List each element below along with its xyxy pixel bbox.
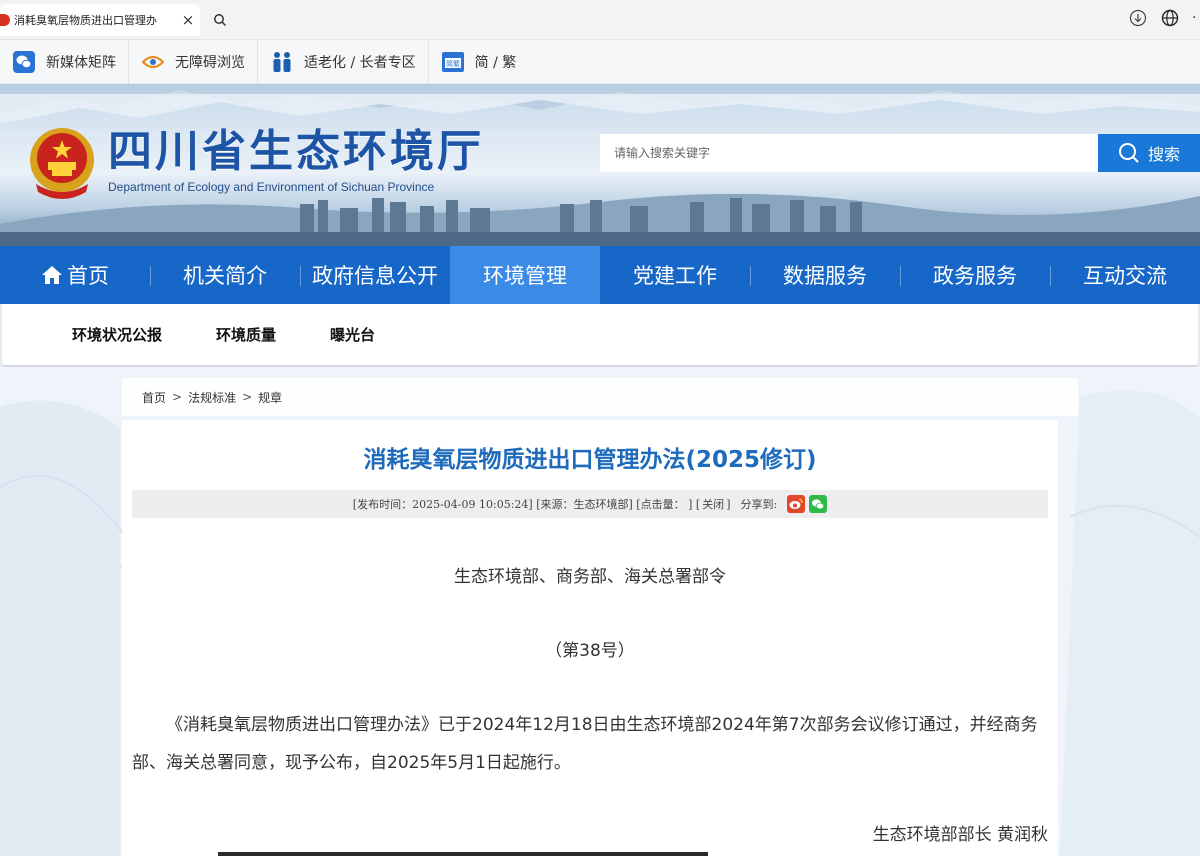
sub-nav: 环境状况公报 环境质量 曝光台 bbox=[2, 304, 1198, 366]
elderly-mode-link[interactable]: 适老化 / 长者专区 bbox=[258, 39, 429, 84]
close-page-link[interactable]: 关闭 bbox=[702, 496, 724, 512]
tab-title: 消耗臭氧层物质进出口管理办 bbox=[14, 14, 157, 27]
breadcrumb: 首页 > 法规标准 > 规章 bbox=[122, 378, 1078, 416]
site-banner: 四川省生态环境厅 Department of Ecology and Envir… bbox=[0, 84, 1200, 246]
site-subtitle: Department of Ecology and Environment of… bbox=[108, 180, 435, 194]
breadcrumb-rules[interactable]: 规章 bbox=[258, 389, 282, 406]
magnifier-icon bbox=[214, 14, 227, 27]
nav-interaction[interactable]: 互动交流 bbox=[1050, 246, 1200, 304]
wechat-icon bbox=[12, 50, 36, 74]
subnav-env-quality[interactable]: 环境质量 bbox=[216, 324, 276, 345]
document-issuer: 生态环境部、商务部、海关总署部令 bbox=[454, 567, 726, 587]
close-bracket-end: ] bbox=[726, 497, 731, 511]
search-button-label: 搜索 bbox=[1147, 145, 1180, 164]
breadcrumb-separator: > bbox=[172, 390, 183, 404]
bottom-scrollbar[interactable] bbox=[218, 852, 708, 856]
home-icon bbox=[41, 265, 63, 285]
browser-tab-bar: 消耗臭氧层物质进出口管理办 × · bbox=[0, 0, 1200, 40]
nav-home-label: 首页 bbox=[67, 264, 109, 288]
new-media-link[interactable]: 新媒体矩阵 bbox=[0, 39, 129, 84]
elderly-mode-label: 适老化 / 长者专区 bbox=[304, 54, 416, 71]
nav-gov-services[interactable]: 政务服务 bbox=[900, 246, 1050, 304]
search-tabs-button[interactable] bbox=[206, 6, 234, 34]
accessibility-label: 无障碍浏览 bbox=[175, 54, 245, 71]
article: 消耗臭氧层物质进出口管理办法(2025修订) [发布时间：2025-04-09 … bbox=[122, 420, 1058, 856]
national-emblem-icon bbox=[30, 128, 94, 199]
simplified-traditional-link[interactable]: 简繁 简 / 繁 bbox=[429, 40, 529, 84]
breadcrumb-home[interactable]: 首页 bbox=[142, 389, 166, 406]
nav-about[interactable]: 机关简介 bbox=[150, 246, 300, 304]
language-switch-icon: 简繁 bbox=[441, 50, 465, 74]
document-number: （第38号） bbox=[545, 641, 635, 661]
favicon-icon bbox=[0, 14, 10, 26]
search-input[interactable] bbox=[600, 134, 1098, 172]
svg-text:简繁: 简繁 bbox=[446, 59, 460, 68]
main-nav: 首页 机关简介 政府信息公开 环境管理 党建工作 数据服务 政务服务 互动交流 bbox=[0, 246, 1200, 304]
nav-party-building[interactable]: 党建工作 bbox=[600, 246, 750, 304]
nav-data-services[interactable]: 数据服务 bbox=[750, 246, 900, 304]
utility-bar: 新媒体矩阵 无障碍浏览 适老化 / 长者专区 简繁 简 / 繁 bbox=[0, 39, 1200, 84]
subnav-env-bulletin[interactable]: 环境状况公报 bbox=[72, 324, 162, 345]
weibo-share-icon[interactable] bbox=[787, 495, 806, 513]
site-title: 四川省生态环境厅 bbox=[108, 126, 484, 177]
browser-tab[interactable]: 消耗臭氧层物质进出口管理办 × bbox=[0, 4, 200, 36]
more-menu-icon[interactable]: · bbox=[1192, 10, 1200, 26]
wechat-share-icon[interactable] bbox=[809, 495, 828, 513]
article-source: [来源：生态环境部] bbox=[536, 498, 633, 511]
nav-env-management[interactable]: 环境管理 bbox=[450, 246, 600, 304]
accessibility-link[interactable]: 无障碍浏览 bbox=[129, 39, 258, 84]
close-bracket-open: [ bbox=[695, 497, 701, 511]
nav-home[interactable]: 首页 bbox=[0, 246, 150, 304]
share-label: 分享到: bbox=[740, 498, 778, 511]
nav-gov-info[interactable]: 政府信息公开 bbox=[300, 246, 450, 304]
breadcrumb-separator: > bbox=[242, 390, 253, 404]
globe-icon[interactable] bbox=[1160, 8, 1180, 28]
search-button[interactable]: 搜索 bbox=[1098, 134, 1200, 172]
subnav-exposure[interactable]: 曝光台 bbox=[330, 324, 375, 345]
new-media-label: 新媒体矩阵 bbox=[46, 54, 116, 71]
close-tab-icon[interactable]: × bbox=[176, 11, 200, 29]
click-count: [点击量： ] bbox=[636, 498, 693, 511]
accessibility-eye-icon bbox=[141, 50, 165, 74]
search-icon bbox=[1118, 143, 1139, 163]
document-paragraph: 《消耗臭氧层物质进出口管理办法》已于2024年12月18日由生态环境部2024年… bbox=[132, 715, 1038, 773]
publish-time: [发布时间：2025-04-09 10:05:24] bbox=[352, 498, 533, 511]
language-switch-label: 简 / 繁 bbox=[474, 54, 517, 71]
article-meta: [发布时间：2025-04-09 10:05:24] [来源：生态环境部] [点… bbox=[132, 490, 1048, 518]
download-icon[interactable] bbox=[1128, 8, 1148, 28]
breadcrumb-regulations[interactable]: 法规标准 bbox=[188, 389, 236, 406]
article-title: 消耗臭氧层物质进出口管理办法(2025修订) bbox=[363, 447, 817, 473]
elderly-people-icon bbox=[270, 50, 294, 74]
document-signatory: 生态环境部部长 黄润秋 bbox=[872, 825, 1048, 845]
